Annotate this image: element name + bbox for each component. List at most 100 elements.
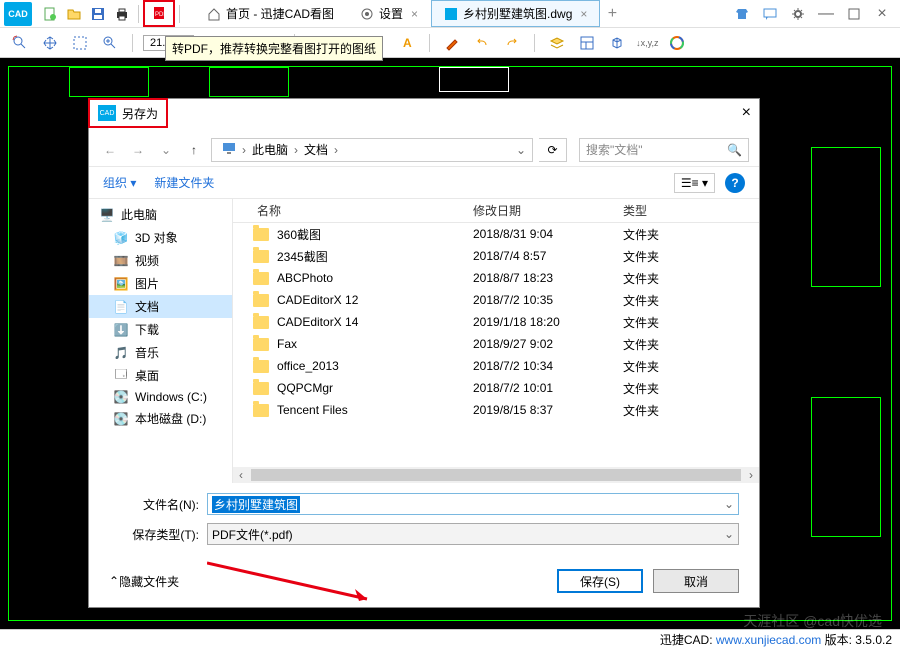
file-type: 文件夹: [623, 292, 703, 309]
sidebar-item[interactable]: 🖥️此电脑: [89, 203, 232, 226]
filename-input[interactable]: 乡村别墅建筑图 ⌄: [207, 493, 739, 515]
column-name[interactable]: 名称: [233, 202, 473, 219]
save-fields: 文件名(N): 乡村别墅建筑图 ⌄ 保存类型(T): PDF文件(*.pdf) …: [89, 483, 759, 559]
chevron-down-icon[interactable]: ⌄: [724, 527, 734, 541]
filetype-select[interactable]: PDF文件(*.pdf) ⌄: [207, 523, 739, 545]
minimize-icon[interactable]: —: [817, 5, 835, 23]
sidebar-item-label: 图片: [135, 275, 159, 292]
zoom-window-icon[interactable]: [71, 34, 89, 52]
undo-icon[interactable]: [473, 34, 491, 52]
file-row[interactable]: 360截图2018/8/31 9:04文件夹: [233, 223, 759, 245]
tab-close-icon[interactable]: ×: [411, 7, 418, 21]
chevron-right-icon[interactable]: ›: [292, 143, 300, 157]
pdf-button-highlight: PDF: [143, 0, 175, 27]
file-row[interactable]: ABCPhoto2018/8/7 18:23文件夹: [233, 267, 759, 289]
breadcrumb-item[interactable]: 文档: [300, 141, 332, 158]
folder-type-icon: 🖥️: [99, 208, 115, 222]
file-row[interactable]: QQPCMgr2018/7/2 10:01文件夹: [233, 377, 759, 399]
refresh-icon[interactable]: ⟳: [539, 138, 567, 162]
draw-pen-icon[interactable]: [443, 34, 461, 52]
sidebar-item[interactable]: 🧊3D 对象: [89, 226, 232, 249]
sidebar-item-label: 下载: [135, 321, 159, 338]
file-type: 文件夹: [623, 358, 703, 375]
breadcrumb-dropdown-icon[interactable]: ⌄: [516, 143, 526, 157]
scroll-right-icon[interactable]: ›: [743, 468, 759, 482]
folder-type-icon: 🗔: [113, 369, 129, 383]
tab-settings[interactable]: 设置 ×: [347, 0, 431, 27]
export-pdf-icon[interactable]: PDF: [150, 4, 168, 22]
redo-icon[interactable]: [503, 34, 521, 52]
new-file-icon[interactable]: [41, 5, 59, 23]
sidebar-item[interactable]: 🖼️图片: [89, 272, 232, 295]
color-wheel-icon[interactable]: [668, 34, 686, 52]
column-date[interactable]: 修改日期: [473, 202, 623, 219]
search-placeholder: 搜索"文档": [586, 141, 643, 158]
file-list[interactable]: 360截图2018/8/31 9:04文件夹2345截图2018/7/4 8:5…: [233, 223, 759, 467]
chevron-right-icon[interactable]: ›: [240, 143, 248, 157]
sidebar-item[interactable]: 🗔 桌面: [89, 364, 232, 387]
xyz-icon[interactable]: ↓x,y,z: [638, 34, 656, 52]
open-folder-icon[interactable]: [65, 5, 83, 23]
scroll-thumb[interactable]: [251, 469, 741, 481]
file-date: 2018/7/2 10:01: [473, 381, 623, 395]
new-folder-button[interactable]: 新建文件夹: [154, 174, 214, 191]
file-row[interactable]: Fax2018/9/27 9:02文件夹: [233, 333, 759, 355]
pan-icon[interactable]: [41, 34, 59, 52]
tab-home[interactable]: 首页 - 迅捷CAD看图: [194, 0, 347, 27]
sidebar-item[interactable]: 📄文档: [89, 295, 232, 318]
layout-icon[interactable]: [578, 34, 596, 52]
column-type[interactable]: 类型: [623, 202, 703, 219]
file-row[interactable]: CADEditorX 122018/7/2 10:35文件夹: [233, 289, 759, 311]
tab-document[interactable]: 乡村别墅建筑图.dwg ×: [431, 0, 600, 27]
close-window-icon[interactable]: ×: [873, 5, 891, 23]
title-bar: CAD PDF 首页 - 迅捷CAD看图 设置 × 乡村别墅建筑图.dwg × …: [0, 0, 900, 28]
nav-back-icon[interactable]: ←: [99, 139, 121, 161]
skin-icon[interactable]: [733, 5, 751, 23]
organize-menu[interactable]: 组织 ▾: [103, 174, 136, 191]
cancel-button[interactable]: 取消: [653, 569, 739, 593]
nav-recent-icon[interactable]: ⌄: [155, 139, 177, 161]
file-row[interactable]: Tencent Files2019/8/15 8:37文件夹: [233, 399, 759, 421]
status-info: 迅捷CAD: www.xunjiecad.com 版本: 3.5.0.2: [660, 631, 892, 648]
chevron-down-icon[interactable]: ⌄: [724, 497, 734, 511]
horizontal-scrollbar[interactable]: ‹ ›: [233, 467, 759, 483]
print-icon[interactable]: [113, 5, 131, 23]
nav-up-icon[interactable]: ↑: [183, 139, 205, 161]
sidebar-item[interactable]: 🎵音乐: [89, 341, 232, 364]
file-date: 2018/7/2 10:34: [473, 359, 623, 373]
file-row[interactable]: CADEditorX 142019/1/18 18:20文件夹: [233, 311, 759, 333]
layers-icon[interactable]: [548, 34, 566, 52]
text-icon[interactable]: A: [398, 34, 416, 52]
file-type: 文件夹: [623, 336, 703, 353]
sidebar-item[interactable]: ⬇️下载: [89, 318, 232, 341]
hide-folders-toggle[interactable]: ⌃ 隐藏文件夹: [109, 573, 179, 590]
cad-element: [811, 397, 881, 537]
website-link[interactable]: www.xunjiecad.com: [716, 633, 821, 647]
file-explorer: 🖥️此电脑🧊3D 对象🎞️视频🖼️图片📄文档⬇️下载🎵音乐 🗔 桌面 💽Windows…: [89, 199, 759, 483]
chevron-right-icon[interactable]: ›: [332, 143, 340, 157]
view-mode-button[interactable]: ☰≡ ▾: [674, 173, 715, 193]
breadcrumb[interactable]: › 此电脑 › 文档 › ⌄: [211, 138, 533, 162]
sidebar-item[interactable]: 💽本地磁盘 (D:): [89, 407, 232, 430]
help-icon[interactable]: ?: [725, 173, 745, 193]
breadcrumb-item[interactable]: 此电脑: [248, 141, 292, 158]
zoom-fit-icon[interactable]: [11, 34, 29, 52]
zoom-in-icon[interactable]: [101, 34, 119, 52]
scroll-left-icon[interactable]: ‹: [233, 468, 249, 482]
settings-gear-icon[interactable]: [789, 5, 807, 23]
sidebar-item-label: 桌面: [135, 367, 159, 384]
maximize-icon[interactable]: [845, 5, 863, 23]
3d-box-icon[interactable]: [608, 34, 626, 52]
tab-close-icon[interactable]: ×: [580, 7, 587, 21]
file-row[interactable]: 2345截图2018/7/4 8:57文件夹: [233, 245, 759, 267]
add-tab-icon[interactable]: +: [603, 5, 621, 23]
sidebar-item[interactable]: 💽Windows (C:): [89, 387, 232, 407]
sidebar-item[interactable]: 🎞️视频: [89, 249, 232, 272]
save-button[interactable]: 保存(S): [557, 569, 643, 593]
dialog-close-icon[interactable]: ×: [734, 104, 759, 122]
save-icon[interactable]: [89, 5, 107, 23]
search-input[interactable]: 搜索"文档" 🔍: [579, 138, 749, 162]
feedback-icon[interactable]: [761, 5, 779, 23]
file-name: QQPCMgr: [277, 381, 333, 395]
file-row[interactable]: office_20132018/7/2 10:34文件夹: [233, 355, 759, 377]
